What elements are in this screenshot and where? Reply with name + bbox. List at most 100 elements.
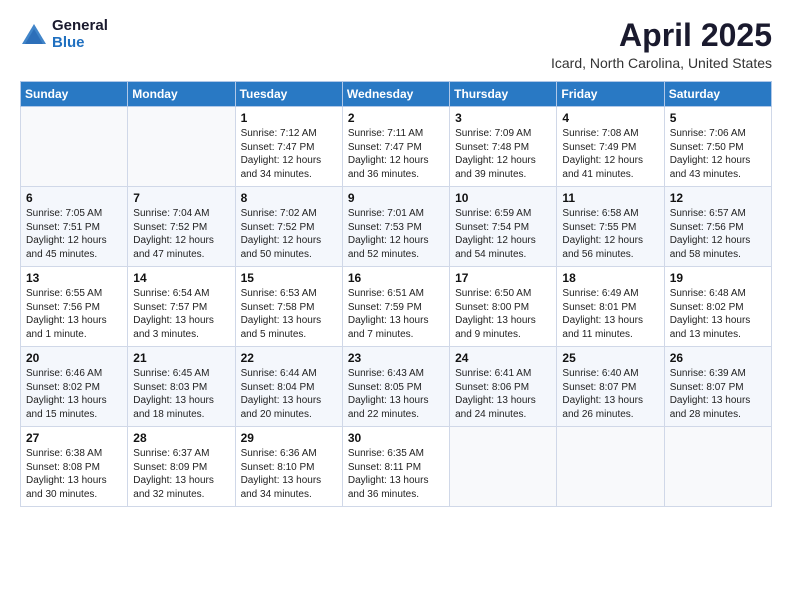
logo-blue-text: Blue (52, 35, 108, 52)
day-cell-2-0: 13 Sunrise: 6:55 AM Sunset: 7:56 PM Dayli… (21, 267, 128, 347)
day-cell-2-3: 16Sunrise: 6:51 AM Sunset: 7:59 PM Dayli… (342, 267, 449, 347)
day-cell-4-0: 27Sunrise: 6:38 AM Sunset: 8:08 PM Dayli… (21, 427, 128, 507)
logo-icon (20, 22, 48, 50)
day-info-12: Sunrise: 6:57 AM Sunset: 7:56 PM Dayligh… (670, 207, 766, 261)
week-row-3: 20 Sunrise: 6:46 AM Sunset: 8:02 PM Dayli… (21, 347, 772, 427)
header: General Blue April 2025 Icard, North Car… (20, 18, 772, 71)
day-cell-4-5 (557, 427, 664, 507)
day-info-2: Sunrise: 7:11 AM Sunset: 7:47 PM Dayligh… (348, 127, 444, 181)
day-info-21: Sunrise: 6:45 AM Sunset: 8:03 PM Dayligh… (133, 367, 229, 421)
day-number-26: 26 (670, 351, 766, 365)
day-number-1: 1 (241, 111, 337, 125)
day-info-3: Sunrise: 7:09 AM Sunset: 7:48 PM Dayligh… (455, 127, 551, 181)
day-cell-0-3: 2 Sunrise: 7:11 AM Sunset: 7:47 PM Daylig… (342, 107, 449, 187)
weekday-friday: Friday (557, 82, 664, 107)
weekday-saturday: Saturday (664, 82, 771, 107)
day-cell-3-3: 23Sunrise: 6:43 AM Sunset: 8:05 PM Dayli… (342, 347, 449, 427)
day-info-13: Sunrise: 6:55 AM Sunset: 7:56 PM Dayligh… (26, 287, 122, 341)
day-number-8: 8 (241, 191, 337, 205)
day-cell-2-6: 19 Sunrise: 6:48 AM Sunset: 8:02 PM Dayli… (664, 267, 771, 347)
week-row-4: 27Sunrise: 6:38 AM Sunset: 8:08 PM Dayli… (21, 427, 772, 507)
day-number-11: 11 (562, 191, 658, 205)
day-info-4: Sunrise: 7:08 AM Sunset: 7:49 PM Dayligh… (562, 127, 658, 181)
day-info-5: Sunrise: 7:06 AM Sunset: 7:50 PM Dayligh… (670, 127, 766, 181)
day-cell-2-5: 18Sunrise: 6:49 AM Sunset: 8:01 PM Dayli… (557, 267, 664, 347)
day-number-13: 13 (26, 271, 122, 285)
title-location: Icard, North Carolina, United States (551, 55, 772, 71)
day-number-2: 2 (348, 111, 444, 125)
day-number-28: 28 (133, 431, 229, 445)
day-cell-1-6: 12 Sunrise: 6:57 AM Sunset: 7:56 PM Dayli… (664, 187, 771, 267)
day-info-10: Sunrise: 6:59 AM Sunset: 7:54 PM Dayligh… (455, 207, 551, 261)
day-cell-0-4: 3Sunrise: 7:09 AM Sunset: 7:48 PM Daylig… (450, 107, 557, 187)
day-cell-0-2: 1Sunrise: 7:12 AM Sunset: 7:47 PM Daylig… (235, 107, 342, 187)
day-info-26: Sunrise: 6:39 AM Sunset: 8:07 PM Dayligh… (670, 367, 766, 421)
weekday-tuesday: Tuesday (235, 82, 342, 107)
day-info-14: Sunrise: 6:54 AM Sunset: 7:57 PM Dayligh… (133, 287, 229, 341)
day-info-16: Sunrise: 6:51 AM Sunset: 7:59 PM Dayligh… (348, 287, 444, 341)
day-cell-3-0: 20 Sunrise: 6:46 AM Sunset: 8:02 PM Dayli… (21, 347, 128, 427)
day-info-28: Sunrise: 6:37 AM Sunset: 8:09 PM Dayligh… (133, 447, 229, 501)
logo: General Blue (20, 18, 108, 51)
day-cell-1-0: 6Sunrise: 7:05 AM Sunset: 7:51 PM Daylig… (21, 187, 128, 267)
day-cell-1-1: 7 Sunrise: 7:04 AM Sunset: 7:52 PM Daylig… (128, 187, 235, 267)
day-number-18: 18 (562, 271, 658, 285)
day-cell-0-1 (128, 107, 235, 187)
day-cell-1-5: 11 Sunrise: 6:58 AM Sunset: 7:55 PM Dayli… (557, 187, 664, 267)
day-number-23: 23 (348, 351, 444, 365)
day-number-29: 29 (241, 431, 337, 445)
day-number-22: 22 (241, 351, 337, 365)
day-cell-2-2: 15 Sunrise: 6:53 AM Sunset: 7:58 PM Dayli… (235, 267, 342, 347)
day-cell-3-4: 24Sunrise: 6:41 AM Sunset: 8:06 PM Dayli… (450, 347, 557, 427)
day-number-9: 9 (348, 191, 444, 205)
day-number-17: 17 (455, 271, 551, 285)
day-info-11: Sunrise: 6:58 AM Sunset: 7:55 PM Dayligh… (562, 207, 658, 261)
day-number-12: 12 (670, 191, 766, 205)
day-info-24: Sunrise: 6:41 AM Sunset: 8:06 PM Dayligh… (455, 367, 551, 421)
day-cell-0-0 (21, 107, 128, 187)
day-cell-3-5: 25 Sunrise: 6:40 AM Sunset: 8:07 PM Dayli… (557, 347, 664, 427)
logo-general-text: General (52, 18, 108, 35)
day-number-30: 30 (348, 431, 444, 445)
week-row-2: 13 Sunrise: 6:55 AM Sunset: 7:56 PM Dayli… (21, 267, 772, 347)
day-info-9: Sunrise: 7:01 AM Sunset: 7:53 PM Dayligh… (348, 207, 444, 261)
day-cell-4-3: 30Sunrise: 6:35 AM Sunset: 8:11 PM Dayli… (342, 427, 449, 507)
day-number-4: 4 (562, 111, 658, 125)
day-cell-4-4 (450, 427, 557, 507)
logo-text: General Blue (52, 18, 108, 51)
day-cell-0-6: 5 Sunrise: 7:06 AM Sunset: 7:50 PM Daylig… (664, 107, 771, 187)
day-info-17: Sunrise: 6:50 AM Sunset: 8:00 PM Dayligh… (455, 287, 551, 341)
day-cell-1-4: 10 Sunrise: 6:59 AM Sunset: 7:54 PM Dayli… (450, 187, 557, 267)
calendar-table: Sunday Monday Tuesday Wednesday Thursday… (20, 81, 772, 507)
day-cell-1-2: 8Sunrise: 7:02 AM Sunset: 7:52 PM Daylig… (235, 187, 342, 267)
day-info-15: Sunrise: 6:53 AM Sunset: 7:58 PM Dayligh… (241, 287, 337, 341)
day-number-20: 20 (26, 351, 122, 365)
day-number-19: 19 (670, 271, 766, 285)
day-number-7: 7 (133, 191, 229, 205)
day-info-19: Sunrise: 6:48 AM Sunset: 8:02 PM Dayligh… (670, 287, 766, 341)
day-cell-0-5: 4 Sunrise: 7:08 AM Sunset: 7:49 PM Daylig… (557, 107, 664, 187)
day-cell-2-4: 17 Sunrise: 6:50 AM Sunset: 8:00 PM Dayli… (450, 267, 557, 347)
day-cell-4-2: 29Sunrise: 6:36 AM Sunset: 8:10 PM Dayli… (235, 427, 342, 507)
day-info-7: Sunrise: 7:04 AM Sunset: 7:52 PM Dayligh… (133, 207, 229, 261)
weekday-wednesday: Wednesday (342, 82, 449, 107)
day-cell-4-1: 28 Sunrise: 6:37 AM Sunset: 8:09 PM Dayli… (128, 427, 235, 507)
day-cell-2-1: 14 Sunrise: 6:54 AM Sunset: 7:57 PM Dayli… (128, 267, 235, 347)
weekday-monday: Monday (128, 82, 235, 107)
week-row-0: 1Sunrise: 7:12 AM Sunset: 7:47 PM Daylig… (21, 107, 772, 187)
day-number-10: 10 (455, 191, 551, 205)
day-number-15: 15 (241, 271, 337, 285)
day-info-22: Sunrise: 6:44 AM Sunset: 8:04 PM Dayligh… (241, 367, 337, 421)
page: General Blue April 2025 Icard, North Car… (0, 0, 792, 612)
day-info-20: Sunrise: 6:46 AM Sunset: 8:02 PM Dayligh… (26, 367, 122, 421)
day-number-21: 21 (133, 351, 229, 365)
day-number-5: 5 (670, 111, 766, 125)
day-cell-1-3: 9 Sunrise: 7:01 AM Sunset: 7:53 PM Daylig… (342, 187, 449, 267)
day-number-14: 14 (133, 271, 229, 285)
day-info-27: Sunrise: 6:38 AM Sunset: 8:08 PM Dayligh… (26, 447, 122, 501)
day-cell-3-2: 22 Sunrise: 6:44 AM Sunset: 8:04 PM Dayli… (235, 347, 342, 427)
day-info-25: Sunrise: 6:40 AM Sunset: 8:07 PM Dayligh… (562, 367, 658, 421)
week-row-1: 6Sunrise: 7:05 AM Sunset: 7:51 PM Daylig… (21, 187, 772, 267)
day-number-25: 25 (562, 351, 658, 365)
weekday-sunday: Sunday (21, 82, 128, 107)
